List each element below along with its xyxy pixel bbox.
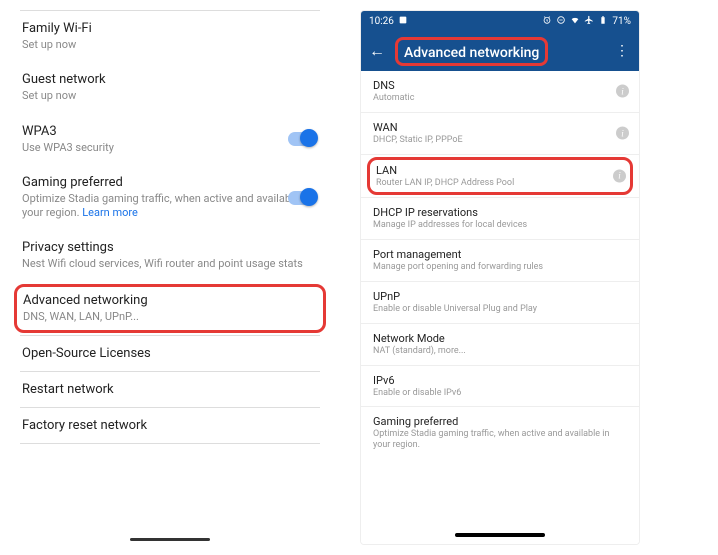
highlight-advanced-networking: Advanced networking DNS, WAN, LAN, UPnP.… xyxy=(14,284,326,333)
item-title: Network Mode xyxy=(373,332,627,345)
wifi-icon xyxy=(570,15,580,28)
item-port-management[interactable]: Port management Manage port opening and … xyxy=(361,240,639,281)
alarm-icon xyxy=(542,15,552,28)
item-subtitle: Use WPA3 security xyxy=(22,141,318,155)
item-lan[interactable]: LAN Router LAN IP, DHCP Address Pool i xyxy=(376,164,624,189)
item-subtitle: Enable or disable Universal Plug and Pla… xyxy=(373,304,627,315)
item-title: IPv6 xyxy=(373,374,627,387)
dnd-icon xyxy=(556,15,566,28)
status-time: 10:26 xyxy=(369,16,394,27)
item-subtitle: DHCP, Static IP, PPPoE xyxy=(373,135,627,146)
advanced-networking-screen: 10:26 71% ← Advance xyxy=(360,10,640,545)
advanced-list: DNS Automatic i WAN DHCP, Static IP, PPP… xyxy=(361,71,639,526)
item-network-mode[interactable]: Network Mode NAT (standard), more... xyxy=(361,324,639,365)
item-dhcp-reservations[interactable]: DHCP IP reservations Manage IP addresses… xyxy=(361,198,639,239)
toggle-switch[interactable] xyxy=(288,191,316,205)
item-privacy-settings[interactable]: Privacy settings Nest Wifi cloud service… xyxy=(20,230,320,281)
highlight-lan: LAN Router LAN IP, DHCP Address Pool i xyxy=(367,157,633,196)
item-subtitle: NAT (standard), more... xyxy=(373,346,627,357)
item-factory-reset[interactable]: Factory reset network xyxy=(20,408,320,443)
battery-icon xyxy=(598,15,608,28)
item-subtitle: Manage IP addresses for local devices xyxy=(373,220,627,231)
item-title: Gaming preferred xyxy=(373,415,627,428)
item-subtitle: Set up now xyxy=(22,89,318,103)
item-subtitle: Router LAN IP, DHCP Address Pool xyxy=(376,178,624,189)
status-bar: 10:26 71% xyxy=(361,11,639,31)
page-title: Advanced networking xyxy=(404,45,539,61)
item-subtitle: DNS, WAN, LAN, UPnP... xyxy=(23,310,317,324)
info-icon[interactable]: i xyxy=(613,169,626,182)
item-title: Open-Source Licenses xyxy=(22,346,318,361)
highlight-title: Advanced networking xyxy=(395,37,548,66)
item-guest-network[interactable]: Guest network Set up now xyxy=(20,62,320,113)
item-wpa3[interactable]: WPA3 Use WPA3 security xyxy=(20,114,320,165)
divider xyxy=(20,443,320,444)
item-subtitle: Automatic xyxy=(373,93,627,104)
item-title: UPnP xyxy=(373,290,627,303)
item-title: Family Wi-Fi xyxy=(22,21,318,36)
settings-list-left: Family Wi-Fi Set up now Guest network Se… xyxy=(20,10,320,545)
back-arrow-icon[interactable]: ← xyxy=(369,41,385,61)
item-title: LAN xyxy=(376,164,624,177)
item-dns[interactable]: DNS Automatic i xyxy=(361,71,639,112)
app-bar: ← Advanced networking ⋮ xyxy=(361,31,639,71)
navigation-bar xyxy=(361,526,639,544)
item-title: Gaming preferred xyxy=(22,175,318,190)
item-title: DNS xyxy=(373,79,627,92)
item-advanced-networking[interactable]: Advanced networking DNS, WAN, LAN, UPnP.… xyxy=(23,293,317,324)
item-upnp[interactable]: UPnP Enable or disable Universal Plug an… xyxy=(361,282,639,323)
battery-percent: 71% xyxy=(612,16,631,27)
item-title: Guest network xyxy=(22,72,318,87)
info-icon[interactable]: i xyxy=(616,127,629,140)
item-subtitle: Optimize Stadia gaming traffic, when act… xyxy=(22,192,318,221)
item-title: WAN xyxy=(373,121,627,134)
toggle-switch[interactable] xyxy=(288,132,316,146)
info-icon[interactable]: i xyxy=(616,85,629,98)
item-title: WPA3 xyxy=(22,124,318,139)
item-subtitle: Enable or disable IPv6 xyxy=(373,388,627,399)
divider xyxy=(361,154,639,155)
item-gaming-preferred[interactable]: Gaming preferred Optimize Stadia gaming … xyxy=(361,407,639,459)
item-title: Restart network xyxy=(22,382,318,397)
item-wan[interactable]: WAN DHCP, Static IP, PPPoE i xyxy=(361,113,639,154)
item-subtitle: Set up now xyxy=(22,38,318,52)
more-icon[interactable]: ⋮ xyxy=(615,43,629,59)
item-subtitle: Nest Wifi cloud services, Wifi router an… xyxy=(22,257,318,271)
item-open-source-licenses[interactable]: Open-Source Licenses xyxy=(20,336,320,371)
item-restart-network[interactable]: Restart network xyxy=(20,372,320,407)
gesture-pill[interactable] xyxy=(455,533,545,537)
item-subtitle: Manage port opening and forwarding rules xyxy=(373,262,627,273)
item-title: Advanced networking xyxy=(23,293,317,308)
item-gaming-preferred[interactable]: Gaming preferred Optimize Stadia gaming … xyxy=(20,165,320,231)
item-title: Privacy settings xyxy=(22,240,318,255)
item-title: Factory reset network xyxy=(22,418,318,433)
learn-more-link[interactable]: Learn more xyxy=(82,206,138,219)
item-title: DHCP IP reservations xyxy=(373,206,627,219)
gesture-bar xyxy=(130,538,210,541)
item-subtitle: Optimize Stadia gaming traffic, when act… xyxy=(373,429,627,451)
notification-icon xyxy=(398,15,408,28)
item-title: Port management xyxy=(373,248,627,261)
item-ipv6[interactable]: IPv6 Enable or disable IPv6 xyxy=(361,366,639,407)
airplane-icon xyxy=(584,15,594,28)
item-family-wifi[interactable]: Family Wi-Fi Set up now xyxy=(20,11,320,62)
